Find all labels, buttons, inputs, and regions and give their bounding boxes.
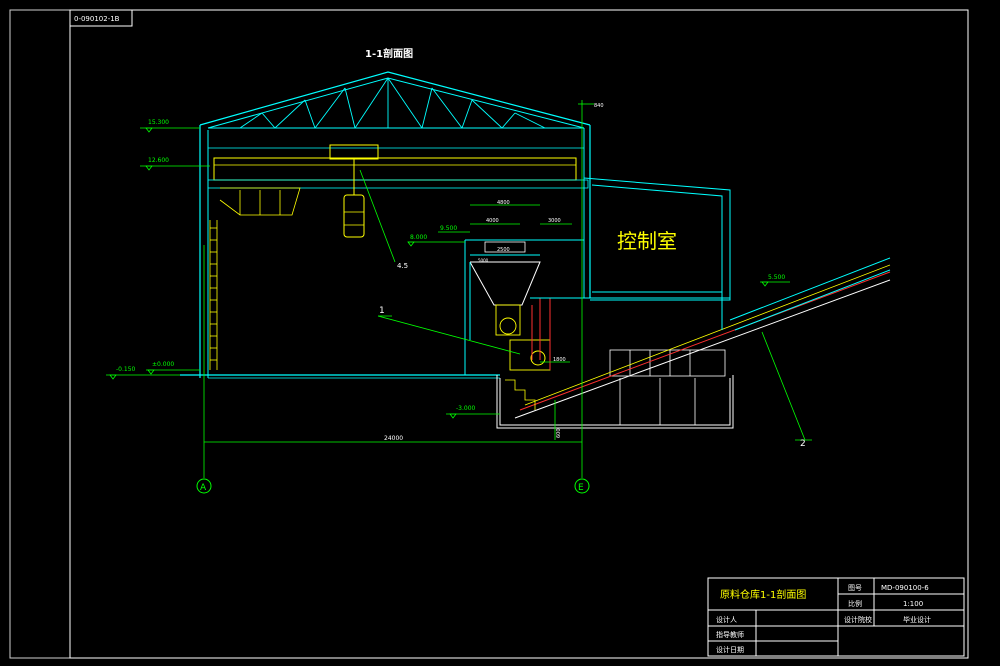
crane-mark: 4.5	[397, 262, 408, 270]
elev-0000: ±0.000	[152, 361, 174, 368]
title-name: 原料仓库1-1剖面图	[720, 588, 806, 601]
date-label: 设计日期	[716, 645, 744, 654]
dim-4800: 4800	[497, 200, 510, 206]
span-dim: 24000	[384, 435, 403, 442]
basement-equipment	[609, 349, 726, 425]
dim-600: 600	[556, 428, 562, 438]
basement-stair	[505, 379, 536, 410]
crane-trolley	[329, 144, 379, 160]
feeder-pulley	[530, 350, 546, 366]
title-block: 原料仓库1-1剖面图 图号 MD-090100-6 比例 1:100 设计人 设…	[707, 577, 965, 657]
building-section: 4.5 2500 控制室	[180, 71, 891, 429]
feeder	[495, 304, 551, 371]
advisor-label: 指导教师	[716, 630, 744, 639]
cad-drawing-canvas: 0-090102-1B 1-1剖面图 4.5 2500 控制室 A E 2400…	[9, 9, 969, 659]
drawing-no: MD-090100-6	[881, 584, 929, 592]
cad-drawing-viewport: 0-090102-1B 1-1剖面图 4.5 2500 控制室 A E 2400…	[0, 0, 1000, 666]
scale-label: 比例	[848, 599, 862, 608]
wall-ladder	[209, 220, 218, 370]
axis-a-label: A	[200, 483, 207, 493]
crane-leader-line	[359, 169, 396, 263]
corner-tag: 0-090102-1B	[74, 15, 120, 23]
elev-12600: 12.600	[148, 157, 169, 164]
left-bracket	[219, 187, 301, 216]
dim-2500: 2500	[497, 247, 510, 253]
dim-4000: 4000	[486, 218, 499, 224]
elev-neg0150: -0.150	[116, 366, 136, 373]
belt-conveyor	[514, 257, 891, 419]
elev-8000: 8.000	[410, 234, 427, 241]
basement	[496, 375, 734, 429]
grab-bucket	[343, 194, 365, 238]
dim-1800: 1800	[553, 357, 566, 363]
axis-e-label: E	[578, 483, 584, 493]
roof-inner	[207, 77, 585, 129]
control-room-label: 控制室	[617, 229, 677, 253]
leader-1: 1	[379, 306, 385, 316]
red-chute	[531, 298, 551, 370]
elevation-marks: 15.300 12.600 9.500 8.000 5.500 -0.150 ±…	[106, 119, 790, 419]
scale-value: 1:100	[903, 600, 923, 608]
type-label: 毕业设计	[903, 615, 931, 624]
dim-840: 840	[594, 103, 604, 109]
dim-5000: 5000	[478, 258, 489, 263]
grid-axes: A E 24000 840 4800 4000 3000 1800 600 50…	[196, 100, 604, 494]
crane-bridge	[213, 157, 577, 181]
leader-2: 2	[800, 439, 806, 449]
crane-beam	[207, 179, 589, 189]
section-title: 1-1剖面图	[365, 47, 413, 60]
truss-web	[239, 77, 546, 129]
elev-9500: 9.500	[440, 225, 457, 232]
elev-15300: 15.300	[148, 119, 169, 126]
outer-frame	[9, 9, 969, 659]
designer-label: 设计人	[716, 615, 737, 624]
elev-neg3000: -3.000	[456, 405, 476, 412]
dim-3000: 3000	[548, 218, 561, 224]
inner-frame	[69, 9, 969, 659]
school-label: 设计院校	[844, 615, 872, 624]
elev-5500: 5.500	[768, 274, 785, 281]
drawing-no-label: 图号	[848, 584, 862, 592]
